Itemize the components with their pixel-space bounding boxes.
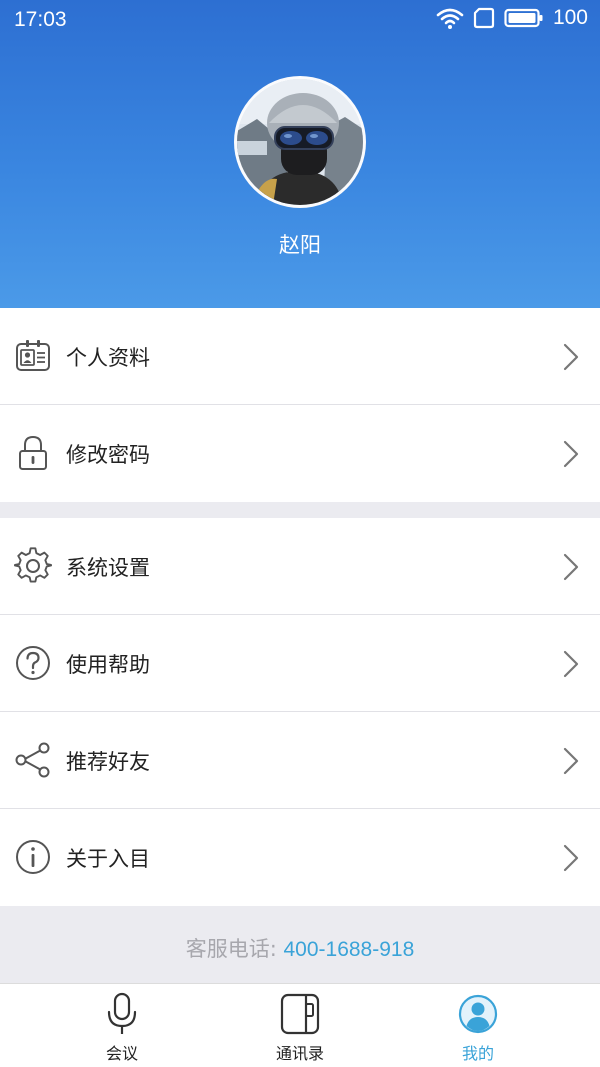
hotline-number-link[interactable]: 400-1688-918 — [283, 938, 414, 961]
menu-item-system-settings[interactable]: 系统设置 — [0, 518, 600, 615]
menu-item-label: 修改密码 — [66, 443, 150, 467]
sim-icon — [473, 7, 495, 29]
tab-contacts[interactable]: 通讯录 — [240, 984, 360, 1067]
chevron-right-icon — [560, 746, 582, 776]
tab-meeting[interactable]: 会议 — [62, 984, 182, 1067]
tab-label: 会议 — [105, 1044, 138, 1063]
chevron-right-icon — [560, 649, 582, 679]
battery-level: 100 — [552, 6, 588, 29]
share-icon — [14, 741, 52, 779]
wifi-icon — [436, 6, 464, 30]
help-icon — [14, 644, 52, 682]
customer-service-hotline: 客服电话: 400-1688-918 — [0, 906, 600, 983]
user-icon — [458, 992, 498, 1036]
tab-label: 通讯录 — [275, 1044, 324, 1063]
bottom-tab-bar: 会议 通讯录 我的 — [0, 983, 600, 1067]
microphone-icon — [102, 992, 142, 1036]
menu-item-label: 个人资料 — [66, 346, 150, 370]
hotline-label: 客服电话: — [185, 937, 284, 961]
tab-label: 我的 — [461, 1044, 494, 1063]
chevron-right-icon — [560, 342, 582, 372]
chevron-right-icon — [560, 552, 582, 582]
battery-icon — [504, 7, 544, 29]
tab-mine[interactable]: 我的 — [418, 984, 538, 1067]
profile-name: 赵阳 — [279, 233, 321, 257]
info-icon — [14, 838, 52, 876]
menu-item-profile[interactable]: 个人资料 — [0, 308, 600, 405]
menu-item-label: 关于入目 — [66, 847, 150, 871]
menu-item-label: 使用帮助 — [66, 653, 150, 677]
contacts-book-icon — [280, 992, 320, 1036]
status-indicators: 100 — [436, 6, 588, 30]
menu-item-help[interactable]: 使用帮助 — [0, 615, 600, 712]
lock-icon — [14, 434, 52, 472]
chevron-right-icon — [560, 439, 582, 469]
menu-group-general: 系统设置 使用帮助 推荐好友 关于入目 — [0, 518, 600, 906]
profile-header: 17:03 100 赵阳 — [0, 0, 600, 308]
status-time: 17:03 — [14, 8, 67, 31]
menu-item-label: 系统设置 — [66, 556, 150, 580]
id-card-icon — [14, 337, 52, 375]
menu-item-about[interactable]: 关于入目 — [0, 809, 600, 906]
chevron-right-icon — [560, 843, 582, 873]
menu-group-account: 个人资料 修改密码 — [0, 308, 600, 502]
avatar[interactable] — [234, 76, 366, 208]
gear-icon — [14, 547, 52, 585]
status-bar: 17:03 100 — [0, 0, 600, 40]
menu-item-recommend-friends[interactable]: 推荐好友 — [0, 712, 600, 809]
menu-item-label: 推荐好友 — [66, 750, 150, 774]
menu-item-change-password[interactable]: 修改密码 — [0, 405, 600, 502]
